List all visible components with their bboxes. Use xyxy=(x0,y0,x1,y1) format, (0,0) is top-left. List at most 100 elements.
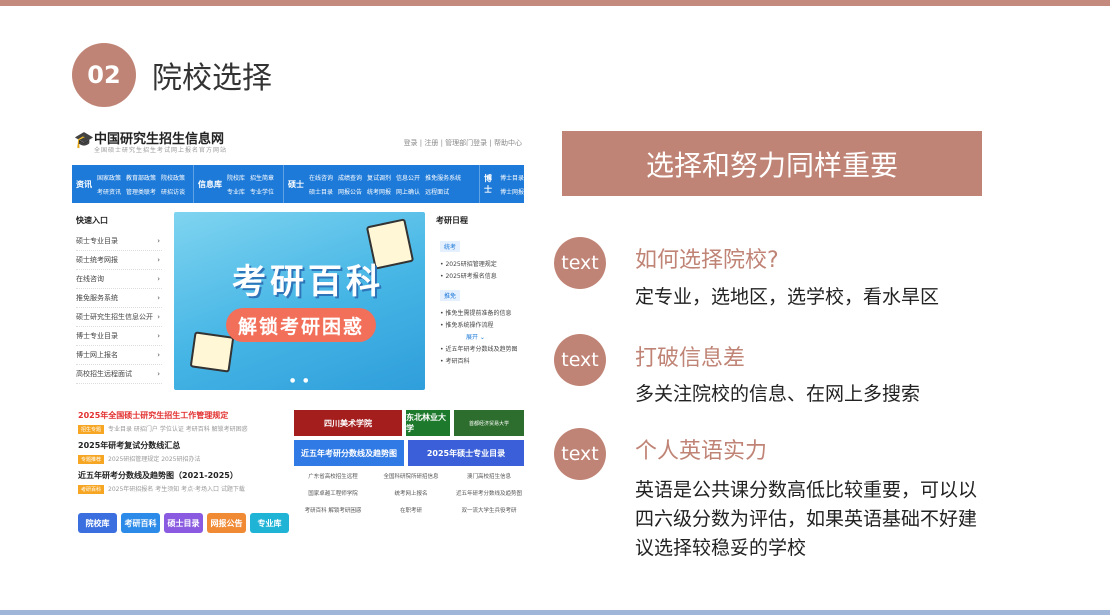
ad-area: 四川美术学院 东北林业大学 首都经济贸易大学 近五年考研分数线及趋势图 2025… xyxy=(294,410,528,514)
nav-link[interactable]: 博士网报 xyxy=(500,187,524,196)
quick-entry-item[interactable]: 在线咨询 › xyxy=(76,270,162,289)
quick-entry-item[interactable]: 高校招生远程面试 › xyxy=(76,365,162,384)
nav-group-database: 信息库 院校库 招生简章 专业库 专业学位 xyxy=(194,165,284,203)
point-1-circle: text xyxy=(554,237,606,289)
chevron-right-icon: › xyxy=(157,370,160,378)
website-screenshot: 🎓 中国研究生招生信息网 全国硕士研究生招生考试网上报名官方网站 登录 | 注册… xyxy=(72,120,528,540)
schedule-tag[interactable]: 推免 xyxy=(440,290,461,301)
nav-link[interactable]: 研招访谈 xyxy=(161,187,185,196)
nav-link[interactable]: 硕士目录 xyxy=(309,187,333,196)
button-registration-notice[interactable]: 网报公告 xyxy=(207,513,246,533)
schedule-item[interactable]: • 推免系统操作流程 xyxy=(440,320,528,329)
point-1-body: 定专业，选地区，选学校，看水旱区 xyxy=(635,286,940,308)
bottom-link[interactable]: 近五年研考分数线及趋势图 xyxy=(450,489,528,497)
bottom-link[interactable]: 国家卓越工程师学院 xyxy=(294,489,372,497)
news-item[interactable]: 2025年研考复试分数线汇总 专题推荐 2025研招管理规定 2025研招办法 xyxy=(78,440,290,464)
nav-link[interactable]: 专业学位 xyxy=(250,187,274,196)
quick-entry-item[interactable]: 硕士专业目录 › xyxy=(76,232,162,251)
chevron-right-icon: › xyxy=(157,332,160,340)
bottom-link[interactable]: 广东省高校招生远程 xyxy=(294,472,372,480)
schedule-tag[interactable]: 统考 xyxy=(440,241,461,252)
site-header: 🎓 中国研究生招生信息网 全国硕士研究生招生考试网上报名官方网站 登录 | 注册… xyxy=(72,124,528,158)
ad-northeast-forestry[interactable]: 东北林业大学 xyxy=(406,410,450,436)
quick-entry-item[interactable]: 推免服务系统 › xyxy=(76,289,162,308)
nav-link[interactable]: 管理类联考 xyxy=(126,187,156,196)
schedule-expand[interactable]: 展开 ⌄ xyxy=(466,332,528,341)
news-title[interactable]: 2025年全国硕士研究生招生工作管理规定 xyxy=(78,410,290,421)
quick-entry-item[interactable]: 博士网上报名 › xyxy=(76,346,162,365)
bottom-link[interactable]: 全国科研院所研招信息 xyxy=(372,472,450,480)
nav-link[interactable]: 国家政策 xyxy=(97,173,121,182)
nav-link[interactable]: 院校库 xyxy=(227,173,245,182)
nav-link[interactable]: 推免服务系统 xyxy=(425,173,461,182)
button-master-catalog[interactable]: 硕士目录 xyxy=(164,513,203,533)
bottom-link[interactable]: 在职考研 xyxy=(372,506,450,514)
schedule-panel: 考研日程 统考 • 2025研招管理规定 • 2025研考报名信息 推免 • 推… xyxy=(436,215,528,368)
banner-subtitle: 解锁考研困惑 xyxy=(237,315,364,338)
nav-link[interactable]: 成绩查询 xyxy=(338,173,362,182)
ad-score-trend[interactable]: 近五年考研分数线及趋势图 xyxy=(294,440,404,466)
carousel-dots[interactable]: ● ● xyxy=(290,377,311,384)
nav-link[interactable]: 招生简章 xyxy=(250,173,274,182)
nav-group-doctor: 博士 博士目录 博士网报 xyxy=(480,165,524,203)
news-title[interactable]: 近五年研考分数线及趋势图（2021-2025） xyxy=(78,470,290,481)
point-2-circle: text xyxy=(554,334,606,386)
news-item[interactable]: 2025年全国硕士研究生招生工作管理规定 招生专题 专业目录 研招门户 学位认证 … xyxy=(78,410,290,434)
ad-master-catalog[interactable]: 2025年硕士专业目录 xyxy=(408,440,524,466)
nav-link[interactable]: 统考网报 xyxy=(367,187,391,196)
bottom-link[interactable]: 澳门高校招生信息 xyxy=(450,472,528,480)
section-number-circle: 02 xyxy=(72,43,136,107)
bottom-link[interactable]: 统考网上报名 xyxy=(372,489,450,497)
chevron-right-icon: › xyxy=(157,237,160,245)
nav-link[interactable]: 复试调剂 xyxy=(367,173,391,182)
news-badge: 招生专题 xyxy=(78,425,105,434)
schedule-item[interactable]: • 2025研考报名信息 xyxy=(440,271,528,280)
banner-title: 考研百科 xyxy=(232,262,384,302)
quick-entry-item[interactable]: 硕士统考网报 › xyxy=(76,251,162,270)
nav-link[interactable]: 网上确认 xyxy=(396,187,420,196)
schedule-item[interactable]: • 考研百科 xyxy=(440,356,528,365)
nav-link[interactable]: 考研资讯 xyxy=(97,187,121,196)
nav-head[interactable]: 信息库 xyxy=(198,179,222,190)
news-title[interactable]: 2025年研考复试分数线汇总 xyxy=(78,440,290,451)
quick-entry-panel: 快速入口 硕士专业目录 › 硕士统考网报 › 在线咨询 › 推免服务系统 › 硕士研究生… xyxy=(76,215,162,384)
schedule-item[interactable]: • 近五年研考分数线及趋势图 xyxy=(440,344,528,353)
news-meta: 专业目录 研招门户 学位认证 考研百科 解锁考研困惑 xyxy=(108,426,248,433)
schedule-item[interactable]: • 2025研招管理规定 xyxy=(440,259,528,268)
nav-link[interactable]: 院校政策 xyxy=(161,173,185,182)
button-major-db[interactable]: 专业库 xyxy=(250,513,289,533)
bottom-link[interactable]: 考研百科 解锁考研困惑 xyxy=(294,506,372,514)
nav-link[interactable]: 远程面试 xyxy=(425,187,461,196)
bottom-link[interactable]: 双一流大学生兵役考研 xyxy=(450,506,528,514)
nav-link[interactable]: 教育部政策 xyxy=(126,173,156,182)
button-college-db[interactable]: 院校库 xyxy=(78,513,117,533)
nav-head[interactable]: 硕士 xyxy=(288,179,304,190)
chevron-right-icon: › xyxy=(157,351,160,359)
ad-sichuan-fine-arts[interactable]: 四川美术学院 xyxy=(294,410,402,436)
news-badge: 考研百科 xyxy=(78,485,105,494)
point-3-heading: 个人英语实力 xyxy=(635,439,768,464)
nav-link[interactable]: 网报公告 xyxy=(338,187,362,196)
hero-banner[interactable]: 考研百科 解锁考研困惑 ● ● xyxy=(174,212,425,390)
nav-group-news: 资讯 国家政策 教育部政策 院校政策 考研资讯 管理类联考 研招访谈 xyxy=(72,165,194,203)
button-kaoyan-wiki[interactable]: 考研百科 xyxy=(121,513,160,533)
quick-entry-item[interactable]: 硕士研究生招生信息公开 › xyxy=(76,308,162,327)
chevron-right-icon: › xyxy=(157,313,160,321)
nav-group-master: 硕士 在线咨询 成绩查询 复试调剂 信息公开 推免服务系统 硕士目录 网报公告 … xyxy=(284,165,480,203)
chevron-right-icon: › xyxy=(157,275,160,283)
nav-link[interactable]: 博士目录 xyxy=(500,173,524,182)
site-top-links[interactable]: 登录 | 注册 | 管理部门登录 | 帮助中心 xyxy=(404,138,522,148)
nav-link[interactable]: 专业库 xyxy=(227,187,245,196)
nav-link[interactable]: 在线咨询 xyxy=(309,173,333,182)
slide: 02 院校选择 🎓 中国研究生招生信息网 全国硕士研究生招生考试网上报名官方网站… xyxy=(0,0,1110,615)
nav-link[interactable]: 信息公开 xyxy=(396,173,420,182)
news-badge: 专题推荐 xyxy=(78,455,105,464)
quick-entry-item[interactable]: 博士专业目录 › xyxy=(76,327,162,346)
news-item[interactable]: 近五年研考分数线及趋势图（2021-2025） 考研百科 2025年研招报名 考生… xyxy=(78,470,290,494)
key-message-banner: 选择和努力同样重要 xyxy=(562,131,982,196)
nav-head[interactable]: 资讯 xyxy=(76,179,92,190)
ad-cueb[interactable]: 首都经济贸易大学 xyxy=(454,410,524,436)
banner-subtitle-pill: 解锁考研困惑 xyxy=(226,308,376,342)
nav-head[interactable]: 博士 xyxy=(484,173,495,195)
schedule-item[interactable]: • 推免生需提前准备的信息 xyxy=(440,308,528,317)
